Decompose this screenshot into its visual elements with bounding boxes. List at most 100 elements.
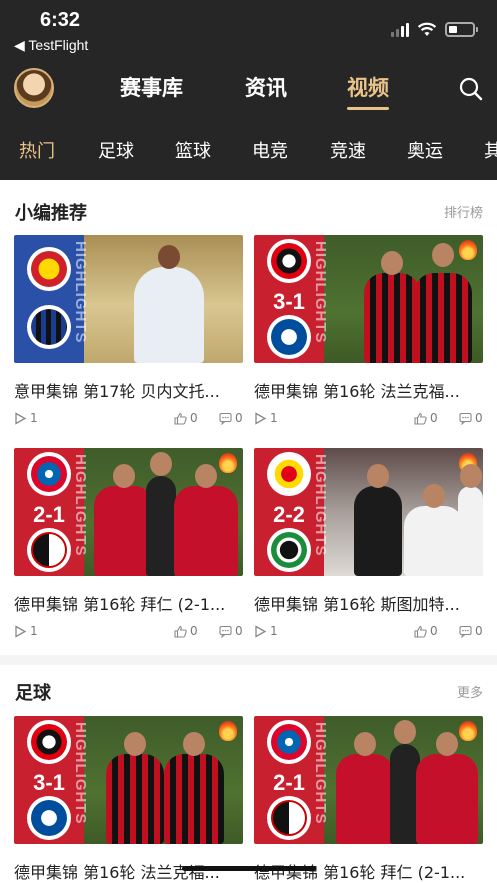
comment-count[interactable]: 0 [459,411,483,425]
play-icon [15,411,27,425]
highlights-label: HIGHLIGHTS [312,454,329,557]
video-title[interactable]: 德甲集锦 第16轮 法兰克福... [254,378,483,402]
fire-icon [219,721,237,741]
play-count: 1 [254,624,278,638]
player-image [336,732,394,844]
editor-picks-section: 小编推荐 排行榜 HIGHLIGHTS 意甲集锦 第17轮 贝内文托... 1 … [0,180,497,655]
team-badge [267,239,311,283]
highlights-label: HIGHLIGHTS [72,241,89,344]
more-link[interactable]: 更多 [457,682,483,701]
player-image [134,245,204,363]
player-image [416,732,478,844]
video-thumbnail[interactable]: HIGHLIGHTS [14,235,243,363]
highlights-label: HIGHLIGHTS [72,722,89,825]
highlights-label: HIGHLIGHTS [312,722,329,825]
video-card[interactable]: 3-1 HIGHLIGHTS 德甲集锦 第16轮 法兰克福... 1 0 0 [254,235,483,425]
category-esports[interactable]: 电竞 [252,137,288,163]
comment-count[interactable]: 0 [219,411,243,425]
category-racing[interactable]: 竞速 [330,137,366,163]
video-thumbnail[interactable]: 2-2 HIGHLIGHTS [254,448,483,576]
video-thumbnail[interactable]: 3-1 HIGHLIGHTS [254,235,483,363]
search-icon[interactable] [459,77,483,101]
team-badge [27,796,71,840]
team-badge [267,720,311,764]
video-title[interactable]: 意甲集锦 第17轮 贝内文托... [14,378,243,402]
fire-icon [219,453,237,473]
comment-icon [459,625,472,638]
comment-icon [219,625,232,638]
video-card[interactable]: 3-1 HIGHLIGHTS 德甲集锦 第16轮 法兰克福... [14,716,243,882]
comment-count[interactable]: 0 [219,624,243,638]
category-football[interactable]: 足球 [98,137,134,163]
team-badge [267,796,311,840]
app-header: 6:32 ◀ TestFlight 赛事库 资讯 视频 热门 足球 篮球 电竞 … [0,0,497,180]
play-icon [255,624,267,638]
video-card[interactable]: 2-1 HIGHLIGHTS 德甲集锦 第16轮 拜仁 (2-1... [254,716,483,882]
like-icon [174,412,187,425]
ranking-link[interactable]: 排行榜 [444,202,483,221]
play-count: 1 [254,411,278,425]
video-stats: 1 0 0 [254,411,483,427]
wifi-icon [417,22,437,36]
video-stats: 1 0 0 [14,624,243,640]
team-badge [267,315,311,359]
player-image [354,464,402,576]
player-image [106,732,164,844]
player-image [458,464,483,576]
section-title: 小编推荐 [15,203,87,224]
team-badge [267,452,311,496]
status-time: 6:32 [40,9,81,31]
fire-icon [459,721,477,741]
like-count[interactable]: 0 [414,624,438,638]
battery-icon [445,22,478,37]
play-count: 1 [14,411,38,425]
football-section: 足球 更多 3-1 HIGHLIGHTS 德甲集锦 第16轮 法兰克福... 2… [0,665,497,883]
video-title[interactable]: 德甲集锦 第16轮 拜仁 (2-1... [254,859,483,883]
status-icons [391,22,478,37]
play-icon [255,411,267,425]
home-indicator [182,866,316,871]
tab-events[interactable]: 赛事库 [120,72,183,102]
category-basketball[interactable]: 篮球 [175,137,211,163]
video-stats: 1 0 0 [14,411,243,427]
highlights-label: HIGHLIGHTS [72,454,89,557]
player-image [414,243,472,363]
video-card[interactable]: 2-2 HIGHLIGHTS 德甲集锦 第16轮 斯图加特... 1 0 0 [254,448,483,638]
team-badge [27,452,71,496]
signal-icon [391,22,409,37]
video-title[interactable]: 德甲集锦 第16轮 法兰克福... [14,859,243,883]
player-image [404,484,464,576]
comment-icon [219,412,232,425]
play-count: 1 [14,624,38,638]
category-hot[interactable]: 热门 [19,137,55,163]
like-count[interactable]: 0 [174,411,198,425]
video-thumbnail[interactable]: 3-1 HIGHLIGHTS [14,716,243,844]
play-icon [15,624,27,638]
like-icon [414,625,427,638]
player-image [364,251,420,363]
comment-icon [459,412,472,425]
back-to-testflight[interactable]: ◀ TestFlight [14,37,88,54]
section-title: 足球 [15,683,51,704]
category-other[interactable]: 其 [484,137,497,163]
video-title[interactable]: 德甲集锦 第16轮 斯图加特... [254,591,483,615]
top-tabs: 赛事库 资讯 视频 [0,72,497,110]
comment-count[interactable]: 0 [459,624,483,638]
player-image [164,732,224,844]
like-count[interactable]: 0 [174,624,198,638]
team-badge [27,247,71,291]
like-icon [174,625,187,638]
like-count[interactable]: 0 [414,411,438,425]
video-title[interactable]: 德甲集锦 第16轮 拜仁 (2-1... [14,591,243,615]
player-image [174,464,238,576]
category-olympics[interactable]: 奥运 [407,137,443,163]
tab-video[interactable]: 视频 [347,72,389,110]
tab-news[interactable]: 资讯 [245,72,287,102]
team-badge [267,528,311,572]
video-card[interactable]: 2-1 HIGHLIGHTS 德甲集锦 第16轮 拜仁 (2-1... 1 0 … [14,448,243,638]
highlights-label: HIGHLIGHTS [312,241,329,344]
video-thumbnail[interactable]: 2-1 HIGHLIGHTS [254,716,483,844]
video-card[interactable]: HIGHLIGHTS 意甲集锦 第17轮 贝内文托... 1 0 0 [14,235,243,425]
category-tabs: 热门 足球 篮球 电竞 竞速 奥运 其 [0,137,497,163]
video-thumbnail[interactable]: 2-1 HIGHLIGHTS [14,448,243,576]
